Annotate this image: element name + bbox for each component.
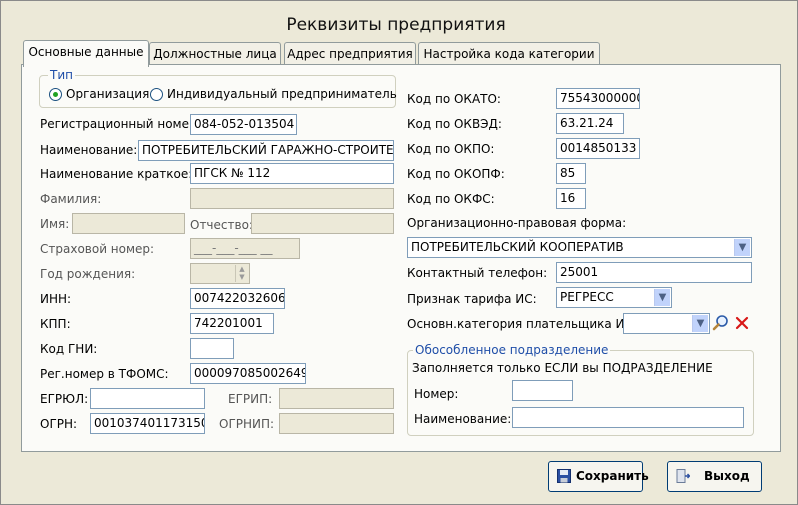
chevron-down-icon[interactable]: ▼ [692,315,708,332]
tfoms-number-label: Рег.номер в ТФОМС: [40,367,169,381]
egrip-field[interactable] [279,388,394,409]
subdivision-name-field[interactable] [512,407,744,428]
legal-form-value: ПОТРЕБИТЕЛЬСКИЙ КООПЕРАТИВ [411,240,624,254]
window-title: Реквизиты предприятия [286,15,506,35]
insurance-number-label: Страховой номер: [40,242,155,256]
chevron-down-icon[interactable]: ▼ [734,239,750,256]
okpo-field[interactable]: 0014850133 [556,138,640,159]
reg-number-field[interactable]: 084-052-013504 [190,114,297,135]
radio-entrepreneur[interactable] [150,88,163,101]
chevron-down-icon[interactable]: ▼ [654,289,670,306]
tab-category-code[interactable]: Настройка кода категории [418,42,600,66]
subdivision-note: Заполняется только ЕСЛИ вы ПОДРАЗДЕЛЕНИЕ [412,361,713,375]
tab-officials[interactable]: Должностные лица [149,42,281,66]
inn-label: ИНН: [40,292,72,306]
tab-main-data[interactable]: Основные данные [23,40,149,67]
short-name-field[interactable]: ПГСК № 112 [190,163,394,184]
save-button-label: Сохранить [576,469,649,483]
red-x-icon[interactable] [734,315,750,331]
surname-label: Фамилия: [40,192,102,206]
save-button[interactable]: Сохранить [548,461,649,492]
phone-label: Контактный телефон: [407,266,548,280]
short-name-label: Наименование краткое: [40,167,193,181]
tariff-value: РЕГРЕСС [560,290,614,304]
okopf-field[interactable]: 85 [556,163,586,184]
ogrn-label: ОГРН: [40,417,78,431]
radio-entrepreneur-label[interactable]: Индивидуальный предприниматель [167,87,397,101]
tab-address[interactable]: Адрес предприятия [284,42,416,66]
magnifier-icon[interactable] [712,314,730,332]
radio-organization-label[interactable]: Организация [66,87,149,101]
legal-form-label: Организационно-правовая форма: [407,216,627,230]
tariff-label: Признак тарифа ИС: [407,292,537,306]
ogrnip-label: ОГРНИП: [219,417,275,431]
phone-field[interactable]: 25001 [556,262,752,283]
name-label: Наименование: [40,143,138,157]
surname-field[interactable] [190,188,394,209]
exit-button[interactable]: Выход [667,461,762,492]
type-group-legend: Тип [48,68,75,82]
legal-form-select[interactable]: ПОТРЕБИТЕЛЬСКИЙ КООПЕРАТИВ ▼ [407,237,752,258]
gni-code-field[interactable] [190,338,234,359]
kpp-field[interactable]: 742201001 [190,313,274,334]
first-name-label: Имя: [40,217,70,231]
category-label: Основн.категория плательщика ИС: [407,317,637,331]
door-exit-icon [676,469,690,483]
exit-button-label: Выход [704,469,750,483]
okato-label: Код по ОКАТО: [407,92,501,106]
egrip-label: ЕГРИП: [228,392,273,406]
kpp-label: КПП: [40,317,71,331]
subdivision-number-field[interactable] [512,380,573,401]
ogrnip-field[interactable] [279,413,394,434]
floppy-disk-icon [557,469,571,483]
category-select[interactable]: ▼ [623,313,710,334]
reg-number-label: Регистрационный номер: [40,117,201,131]
tariff-select[interactable]: РЕГРЕСС ▼ [556,287,672,308]
name-field[interactable]: ПОТРЕБИТЕЛЬСКИЙ ГАРАЖНО-СТРОИТЕЛ [138,140,394,161]
egrul-field[interactable] [90,388,205,409]
birth-year-label: Год рождения: [40,267,136,281]
dialog-window: Реквизиты предприятия Основные данные До… [0,0,798,505]
okfs-label: Код по ОКФС: [407,192,495,206]
okato-field[interactable]: 75543000000 [556,88,640,109]
okved-label: Код по ОКВЭД: [407,117,502,131]
radio-organization[interactable] [49,88,62,101]
subdivision-number-label: Номер: [414,387,459,401]
okpo-label: Код по ОКПО: [407,142,495,156]
birth-year-field[interactable]: ▲ ▼ [190,263,250,284]
subdivision-name-label: Наименование: [414,412,512,426]
okfs-field[interactable]: 16 [556,188,586,209]
insurance-number-field[interactable]: ___-___-___ __ [190,238,300,259]
main-data-panel: Тип Организация Индивидуальный предприни… [21,64,781,452]
gni-code-label: Код ГНИ: [40,342,98,356]
subdivision-legend: Обособленное подразделение [413,343,611,357]
tfoms-number-field[interactable]: 000097085002649 [190,363,306,384]
okved-field[interactable]: 63.21.24 [556,113,624,134]
ogrn-field[interactable]: 001037401173150 [90,413,205,434]
okopf-label: Код по ОКОПФ: [407,167,505,181]
spinner-arrows-icon[interactable]: ▲ ▼ [235,265,248,282]
patronymic-field[interactable] [251,213,394,234]
egrul-label: ЕГРЮЛ: [40,392,89,406]
inn-field[interactable]: 007422032606 [190,288,285,309]
patronymic-label: Отчество: [190,218,253,232]
first-name-field[interactable] [72,213,185,234]
